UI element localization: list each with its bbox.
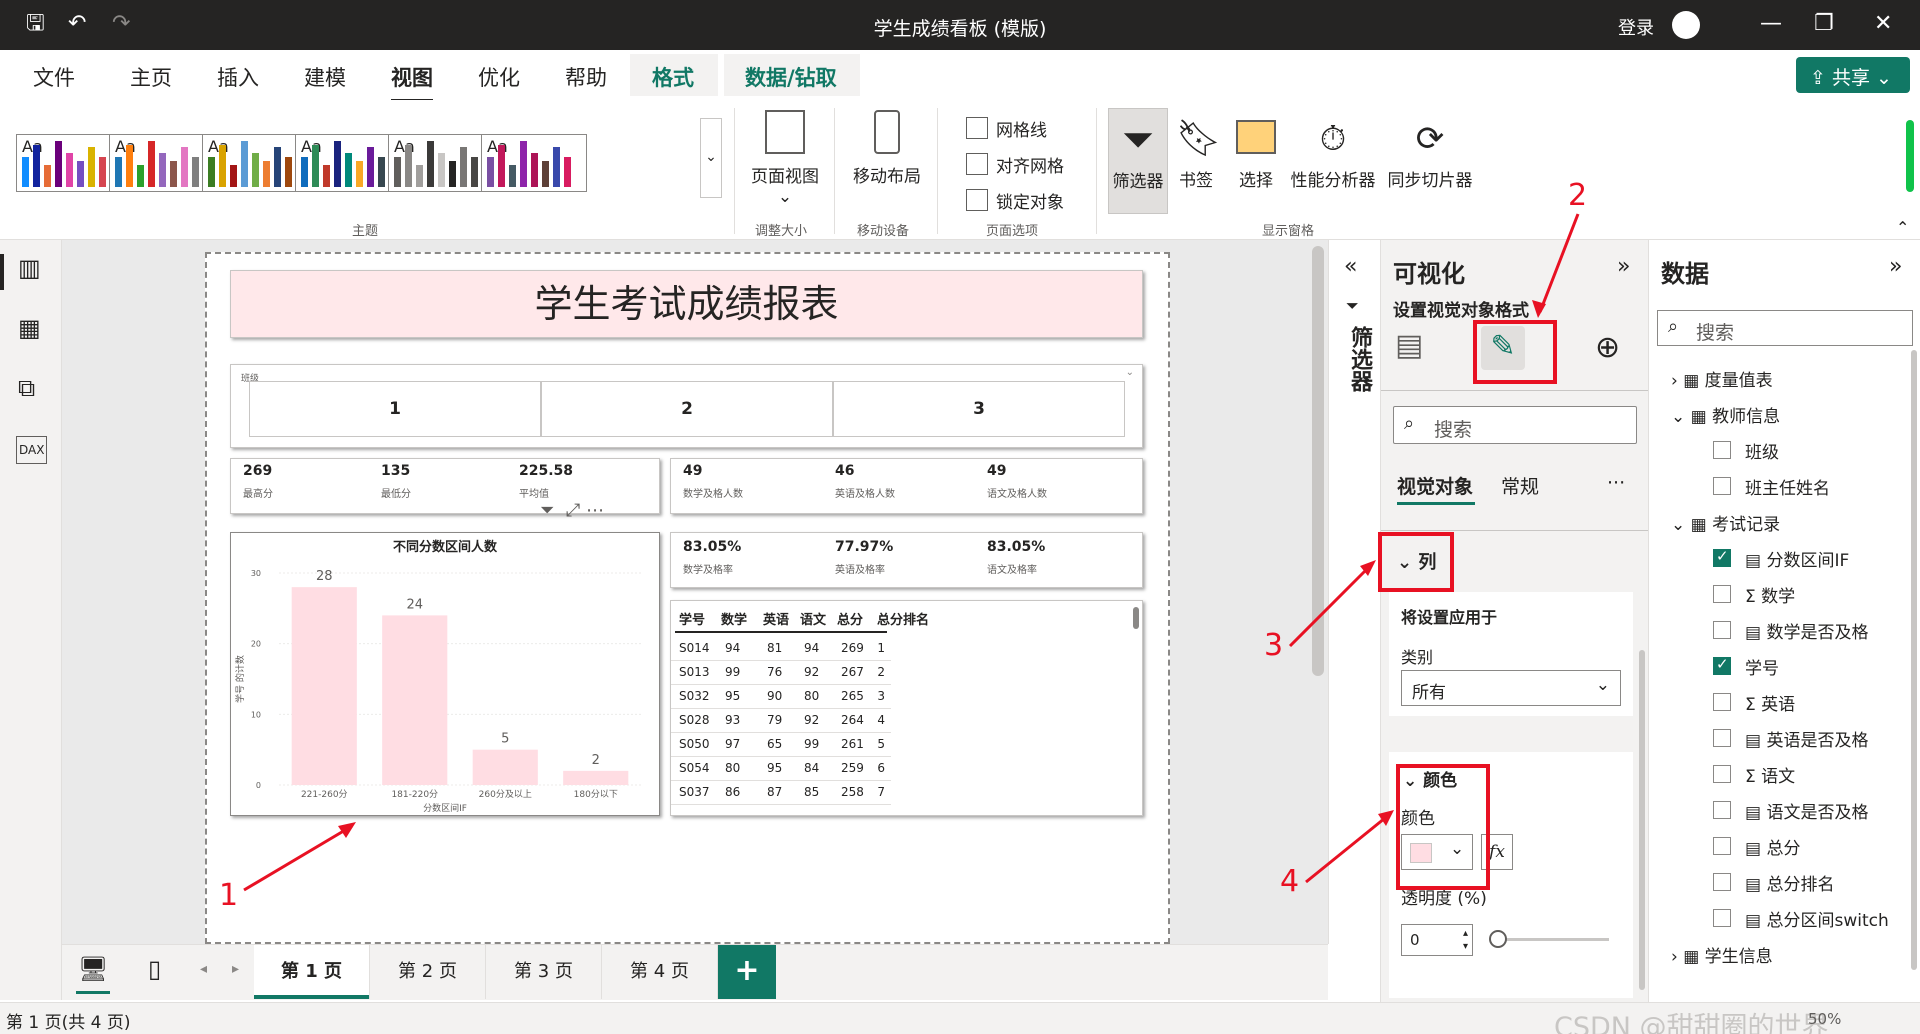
arrow-1 xyxy=(243,824,353,892)
arrow-2 xyxy=(1538,213,1580,313)
arrowhead-1 xyxy=(338,822,356,838)
arrow-4 xyxy=(1305,812,1391,884)
arrow-3 xyxy=(1288,562,1374,648)
annotation-arrows xyxy=(243,213,1580,892)
